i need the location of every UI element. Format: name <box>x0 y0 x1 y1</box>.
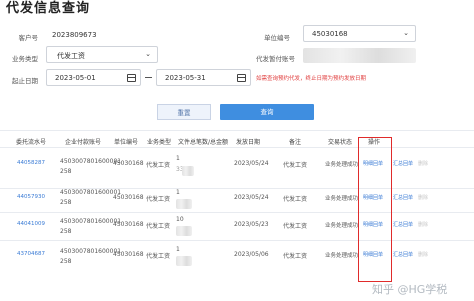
col-remark: 备注 <box>288 139 301 146</box>
account-cell: 4503007801600001 <box>60 158 122 165</box>
org-cell: 45030168 <box>113 251 144 258</box>
date-cell: 2023/05/23 <box>234 221 269 228</box>
delete-link[interactable]: 删除 <box>418 160 428 167</box>
table-row: 43704687 4503007801600001 258 45030168 代… <box>0 241 474 281</box>
query-button[interactable]: 查询 <box>220 104 314 120</box>
status-cell: 业务处理成功 <box>325 196 359 202</box>
date-cell: 2023/05/06 <box>234 251 269 258</box>
summary-receipt-link[interactable]: 汇总回单 <box>393 194 413 201</box>
serial-link[interactable]: 44041009 <box>17 221 45 227</box>
business-type-select[interactable]: 代发工资 ⌄ <box>46 46 158 63</box>
org-cell: 45030168 <box>113 221 144 228</box>
type-cell: 代发工资 <box>146 196 171 203</box>
summary-receipt-link[interactable]: 汇总回单 <box>393 221 413 228</box>
type-cell: 代发工资 <box>146 253 171 260</box>
col-status: 交易状态 <box>327 139 352 146</box>
delete-link[interactable]: 删除 <box>418 194 428 201</box>
org-code-label: 单位编号 <box>264 34 290 42</box>
payer-account-masked <box>303 48 416 63</box>
date-range-label: 起止日期 <box>12 77 38 85</box>
customer-no-label: 客户号 <box>18 34 39 42</box>
col-count-amount: 文件总笔数/总金额 <box>177 139 229 146</box>
reset-button[interactable]: 重置 <box>157 104 211 120</box>
chevron-down-icon: ⌄ <box>403 29 409 37</box>
type-cell: 代发工资 <box>146 162 171 169</box>
start-date-value: 2023-05-01 <box>55 74 96 82</box>
amount-masked <box>176 226 192 236</box>
count-cell: 10 <box>176 216 184 223</box>
watermark: 知乎 @HG学税 <box>372 283 448 296</box>
summary-receipt-link[interactable]: 汇总回单 <box>393 251 413 258</box>
col-account: 企业付款账号 <box>64 139 101 146</box>
start-date-input[interactable]: 2023-05-01 <box>46 69 141 86</box>
col-org: 单位编号 <box>113 139 138 146</box>
serial-link[interactable]: 44057930 <box>17 194 45 200</box>
date-cell: 2023/05/24 <box>234 160 269 167</box>
business-type-value: 代发工资 <box>57 52 85 60</box>
remark-cell: 代发工资 <box>283 223 308 230</box>
col-type: 业务类型 <box>146 139 171 146</box>
status-cell: 业务处理成功 <box>325 162 359 168</box>
type-cell: 代发工资 <box>146 223 171 230</box>
account-cell-cont: 258 <box>60 168 72 175</box>
account-cell-cont: 258 <box>60 228 72 235</box>
calendar-icon[interactable] <box>127 74 136 82</box>
calendar-icon[interactable] <box>237 74 246 82</box>
col-serial: 委托流水号 <box>15 139 46 146</box>
table-top-divider <box>0 130 474 131</box>
org-cell: 45030168 <box>113 160 144 167</box>
remark-cell: 代发工资 <box>283 253 308 260</box>
delete-link[interactable]: 删除 <box>418 251 428 258</box>
remark-cell: 代发工资 <box>283 196 308 203</box>
org-code-select[interactable]: 45030168 ⌄ <box>303 25 416 42</box>
date-range-separator <box>145 77 152 78</box>
account-cell-cont: 258 <box>60 199 72 206</box>
end-date-value: 2023-05-31 <box>165 74 206 82</box>
count-cell: 1 <box>176 246 180 253</box>
amount-masked <box>176 256 192 266</box>
col-date: 发放日期 <box>235 139 260 146</box>
serial-link[interactable]: 43704687 <box>17 251 45 257</box>
business-type-label: 业务类型 <box>12 55 38 63</box>
amount-masked <box>182 166 194 176</box>
table-row: 44041009 4503007801600001 258 45030168 代… <box>0 213 474 241</box>
chevron-down-icon: ⌄ <box>145 50 151 58</box>
account-cell-cont: 258 <box>60 258 72 265</box>
action-column-highlight <box>358 137 392 282</box>
org-cell: 45030168 <box>113 194 144 201</box>
end-date-input[interactable]: 2023-05-31 <box>156 69 251 86</box>
delete-link[interactable]: 删除 <box>418 221 428 228</box>
table-row: 44058287 4503007801600001 258 45030168 代… <box>0 148 474 188</box>
date-note: 如需查询预约代发，终止日期为预约发放日期 <box>256 76 367 82</box>
customer-no-value: 2023809673 <box>52 31 97 39</box>
amount-masked <box>176 199 192 209</box>
status-cell: 业务处理成功 <box>325 253 359 259</box>
account-cell: 4503007801600001 <box>60 248 122 255</box>
account-cell: 4503007801600001 <box>60 218 122 225</box>
summary-receipt-link[interactable]: 汇总回单 <box>393 160 413 167</box>
status-cell: 业务处理成功 <box>325 223 359 229</box>
remark-cell: 代发工资 <box>283 162 308 169</box>
account-cell: 4503007801600001 <box>60 189 122 196</box>
org-code-value: 45030168 <box>312 30 348 38</box>
count-cell: 1 <box>176 155 180 162</box>
serial-link[interactable]: 44058287 <box>17 160 45 166</box>
payer-account-label: 代发暂付账号 <box>256 55 295 63</box>
page-title: 代发信息查询 <box>6 1 91 16</box>
count-cell: 1 <box>176 189 180 196</box>
date-cell: 2023/05/24 <box>234 194 269 201</box>
